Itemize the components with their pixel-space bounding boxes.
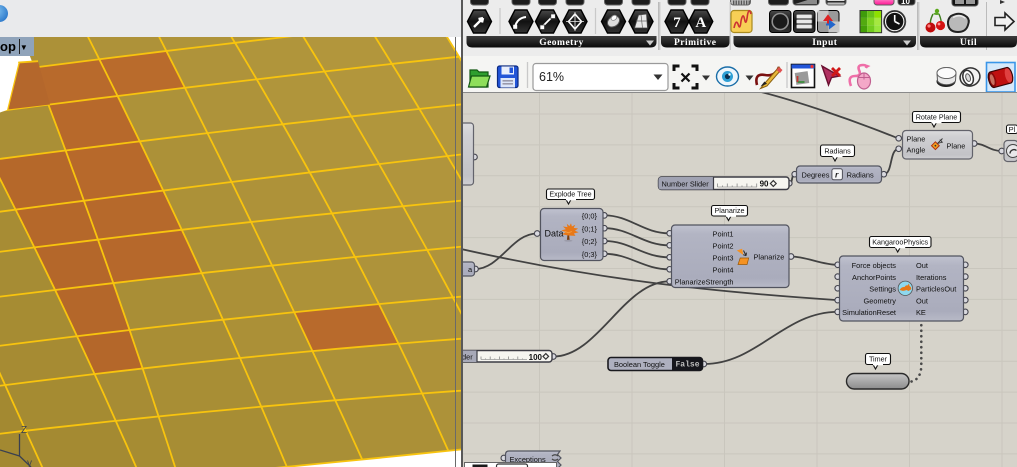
svg-text:{0;1}: {0;1} xyxy=(582,224,598,233)
svg-text:Geometry: Geometry xyxy=(864,296,897,305)
svg-text:{0;3}: {0;3} xyxy=(582,250,598,259)
svg-text:Force objects: Force objects xyxy=(852,261,897,270)
svg-text:Radians: Radians xyxy=(824,147,851,156)
svg-text:Util: Util xyxy=(960,38,977,48)
svg-text:Out: Out xyxy=(916,261,928,270)
svg-text:Angle: Angle xyxy=(907,145,926,154)
svg-text:A: A xyxy=(695,15,706,31)
svg-text:False: False xyxy=(676,361,700,370)
svg-text:Primitive: Primitive xyxy=(674,38,716,48)
svg-text:Z: Z xyxy=(21,425,27,436)
svg-text:Timer: Timer xyxy=(869,355,888,364)
svg-text:y: y xyxy=(27,458,32,467)
svg-text:{0;0}: {0;0} xyxy=(582,212,598,221)
svg-text:Input: Input xyxy=(812,38,838,48)
svg-text:PlanarizeStrength: PlanarizeStrength xyxy=(675,278,734,287)
svg-text:Geometry: Geometry xyxy=(539,38,584,48)
svg-text:ParticlesOut: ParticlesOut xyxy=(916,285,956,294)
svg-text:Pl: Pl xyxy=(1009,125,1016,134)
svg-text:Rotate Plane: Rotate Plane xyxy=(916,113,958,122)
svg-text:KE: KE xyxy=(916,308,926,317)
svg-text:Point4: Point4 xyxy=(713,266,734,275)
svg-text:Out: Out xyxy=(916,296,928,305)
svg-text:Point3: Point3 xyxy=(713,254,734,263)
svg-text:Plane: Plane xyxy=(947,141,966,150)
svg-text:10: 10 xyxy=(901,0,910,6)
svg-text:100: 100 xyxy=(529,353,543,362)
svg-text:Planarize: Planarize xyxy=(715,206,745,215)
svg-text:61%: 61% xyxy=(539,70,564,84)
svg-text:Data: Data xyxy=(545,229,564,239)
svg-text:Settings: Settings xyxy=(869,285,896,294)
svg-text:Point2: Point2 xyxy=(713,242,734,251)
svg-text:90: 90 xyxy=(760,179,769,188)
svg-text:Number Slider: Number Slider xyxy=(662,179,710,188)
svg-text:der: der xyxy=(463,353,473,362)
svg-text:SimulationReset: SimulationReset xyxy=(842,308,896,317)
svg-text:Degrees: Degrees xyxy=(802,170,830,179)
svg-text:7: 7 xyxy=(673,15,681,31)
svg-text:Explode Tree: Explode Tree xyxy=(549,190,591,199)
svg-text:KangarooPhysics: KangarooPhysics xyxy=(872,238,928,247)
svg-text:Iterations: Iterations xyxy=(916,273,947,282)
svg-text:{0;2}: {0;2} xyxy=(582,237,598,246)
svg-text:AnchorPoints: AnchorPoints xyxy=(852,273,896,282)
svg-text:Planarize: Planarize xyxy=(754,253,785,262)
svg-text:Point1: Point1 xyxy=(713,230,734,239)
svg-text:Radians: Radians xyxy=(847,171,874,180)
svg-text:Boolean Toggle: Boolean Toggle xyxy=(614,360,665,369)
svg-text:Plane: Plane xyxy=(907,135,926,144)
